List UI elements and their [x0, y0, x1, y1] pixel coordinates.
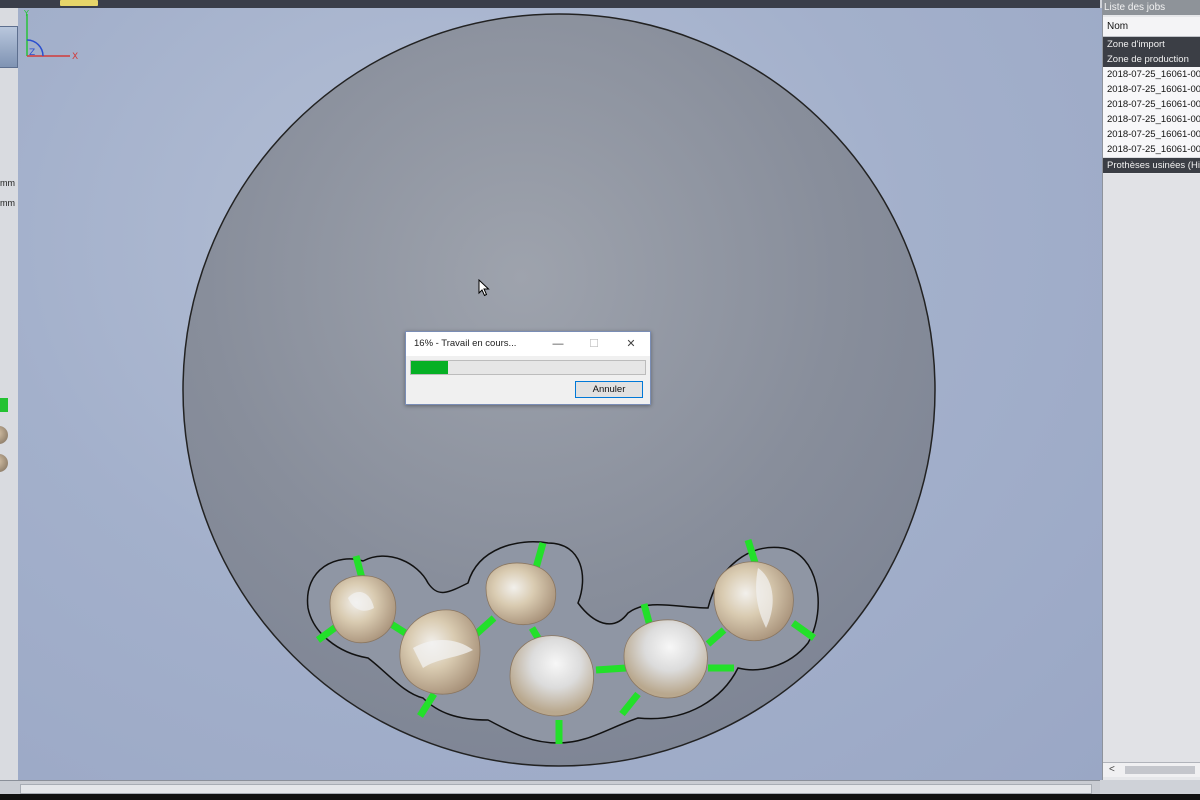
axis-triad-icon: Y X Z	[23, 9, 78, 62]
job-row-machined-prostheses[interactable]: Prothèses usinées (Hi	[1103, 158, 1200, 173]
scroll-left-icon[interactable]: <	[1109, 763, 1115, 777]
axis-y-label: Y	[23, 9, 29, 18]
column-header-nom[interactable]: Nom	[1103, 17, 1200, 37]
material-button-1[interactable]	[0, 426, 8, 444]
scrollbar-thumb[interactable]	[1125, 766, 1195, 774]
maximize-icon: ☐	[589, 338, 599, 350]
screen: mm mm Y X Z Liste des jobs Nom Zone d'im…	[0, 0, 1200, 800]
status-indicator-green	[0, 398, 8, 412]
view-sphere-button[interactable]	[0, 26, 18, 68]
job-row[interactable]: 2018-07-25_16061-004	[1103, 127, 1200, 143]
unit-label-2: mm	[0, 198, 15, 208]
job-list-scrollbar[interactable]: <	[1103, 762, 1200, 777]
close-icon[interactable]: ✕	[620, 335, 642, 353]
top-toolbar-strip	[0, 0, 1100, 8]
minimize-icon[interactable]: —	[547, 335, 569, 353]
dialog-title: 16% - Travail en cours...	[414, 338, 517, 349]
horizontal-scrollbar[interactable]	[0, 780, 1100, 795]
job-list-panel: Liste des jobs Nom Zone d'import Zone de…	[1102, 0, 1200, 780]
dialog-titlebar[interactable]: 16% - Travail en cours... — ☐ ✕	[406, 332, 650, 356]
job-row-production-zone[interactable]: Zone de production	[1103, 52, 1200, 67]
job-row[interactable]: 2018-07-25_16061-004	[1103, 142, 1200, 158]
material-button-2[interactable]	[0, 454, 8, 472]
arrow-cursor-icon	[478, 279, 490, 297]
toolbar-tab[interactable]	[60, 0, 98, 6]
job-list-title: Liste des jobs	[1103, 0, 1200, 15]
cancel-button[interactable]: Annuler	[575, 381, 643, 398]
left-properties-panel: mm mm	[0, 8, 19, 783]
axis-z-label: Z	[29, 48, 35, 58]
progress-dialog: 16% - Travail en cours... — ☐ ✕ Annuler	[405, 331, 651, 405]
progress-bar-fill	[411, 361, 449, 374]
job-row[interactable]: 2018-07-25_16061-004	[1103, 82, 1200, 98]
axis-x-label: X	[72, 52, 78, 62]
scrollbar-track[interactable]	[20, 784, 1092, 794]
job-row[interactable]: 2018-07-25_16061-004	[1103, 112, 1200, 128]
job-row-import-zone[interactable]: Zone d'import	[1103, 37, 1200, 52]
job-row[interactable]: 2018-07-25_16061-004	[1103, 97, 1200, 113]
progress-bar	[410, 360, 646, 375]
monitor-bezel	[0, 794, 1200, 800]
job-list-empty-area	[1103, 174, 1200, 762]
job-row[interactable]: 2018-07-25_16061-004	[1103, 67, 1200, 83]
unit-label-1: mm	[0, 178, 15, 188]
